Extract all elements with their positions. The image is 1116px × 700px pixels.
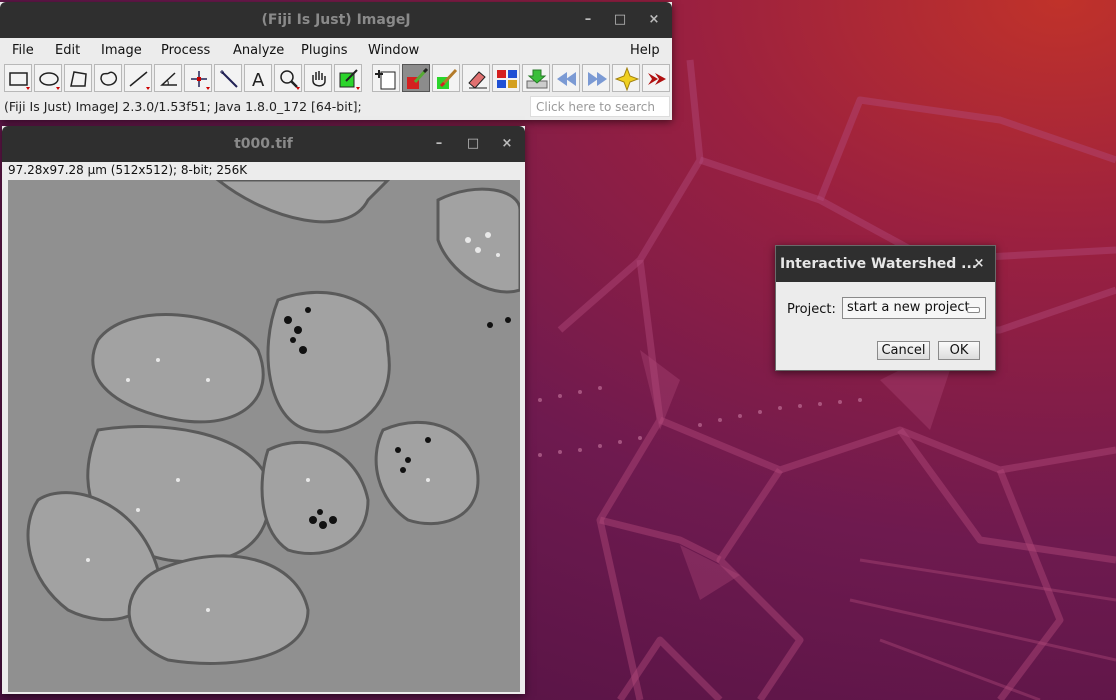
menu-file[interactable]: File <box>12 43 34 58</box>
menu-analyze[interactable]: Analyze <box>233 43 284 58</box>
status-text: (Fiji Is Just) ImageJ 2.3.0/1.53f51; Jav… <box>4 99 362 114</box>
menu-help[interactable]: Help <box>630 43 660 58</box>
close-icon[interactable]: × <box>646 12 662 28</box>
dropdown-icon <box>967 307 980 313</box>
rectangle-tool-icon[interactable] <box>4 64 32 92</box>
close-icon[interactable]: × <box>971 256 987 272</box>
menu-image[interactable]: Image <box>101 43 142 58</box>
angle-tool-icon[interactable] <box>154 64 182 92</box>
project-select[interactable]: start a new project <box>842 297 986 319</box>
microscopy-image <box>8 180 520 692</box>
minimize-icon[interactable]: – <box>431 136 447 152</box>
star-icon[interactable] <box>612 64 640 92</box>
project-select-value: start a new project <box>847 300 970 315</box>
imagej-main-window: (Fiji Is Just) ImageJ – □ × File Edit Im… <box>0 2 672 120</box>
back-arrow-icon[interactable] <box>552 64 580 92</box>
dialog-title: Interactive Watershed ... <box>780 256 978 272</box>
text-tool-icon[interactable]: A <box>244 64 272 92</box>
imagej-title: (Fiji Is Just) ImageJ <box>261 12 411 28</box>
pencil-icon[interactable] <box>432 64 460 92</box>
oval-tool-icon[interactable] <box>34 64 62 92</box>
status-row: (Fiji Is Just) ImageJ 2.3.0/1.53f51; Jav… <box>0 94 672 120</box>
menu-edit[interactable]: Edit <box>55 43 80 58</box>
forward-arrow-icon[interactable] <box>582 64 610 92</box>
svg-text:A: A <box>252 70 265 91</box>
project-label: Project: <box>787 302 836 317</box>
hand-tool-icon[interactable] <box>304 64 332 92</box>
menu-window[interactable]: Window <box>368 43 419 58</box>
eraser-icon[interactable] <box>462 64 490 92</box>
maximize-icon[interactable]: □ <box>612 12 628 28</box>
line-tool-icon[interactable] <box>124 64 152 92</box>
color-picker-icon[interactable] <box>334 64 362 92</box>
image-window-titlebar[interactable]: t000.tif – □ × <box>2 126 525 162</box>
ok-button[interactable]: OK <box>938 341 980 360</box>
dialog-titlebar[interactable]: Interactive Watershed ... × <box>776 246 995 282</box>
paintbrush-icon[interactable] <box>402 64 430 92</box>
image-info: 97.28x97.28 µm (512x512); 8-bit; 256K <box>8 163 248 177</box>
watershed-dialog: Interactive Watershed ... × Project: sta… <box>775 245 996 371</box>
menu-bar: File Edit Image Process Analyze Plugins … <box>0 38 672 62</box>
magnifier-icon[interactable] <box>274 64 302 92</box>
lut-icon[interactable] <box>492 64 520 92</box>
imagej-titlebar[interactable]: (Fiji Is Just) ImageJ – □ × <box>0 2 672 38</box>
download-icon[interactable] <box>522 64 550 92</box>
wand-tool-icon[interactable] <box>214 64 242 92</box>
cancel-button[interactable]: Cancel <box>877 341 930 360</box>
freehand-tool-icon[interactable] <box>94 64 122 92</box>
minimize-icon[interactable]: – <box>580 12 596 28</box>
point-tool-icon[interactable] <box>184 64 212 92</box>
menu-process[interactable]: Process <box>161 43 210 58</box>
maximize-icon[interactable]: □ <box>465 136 481 152</box>
image-window: t000.tif – □ × 97.28x97.28 µm (512x512);… <box>2 126 525 694</box>
close-icon[interactable]: × <box>499 136 515 152</box>
toolbar: A <box>0 62 672 94</box>
polygon-tool-icon[interactable] <box>64 64 92 92</box>
search-field[interactable]: Click here to search <box>530 96 670 117</box>
new-image-icon[interactable] <box>372 64 400 92</box>
image-canvas[interactable] <box>8 180 520 692</box>
menu-plugins[interactable]: Plugins <box>301 43 348 58</box>
more-tools-icon[interactable] <box>642 64 670 92</box>
